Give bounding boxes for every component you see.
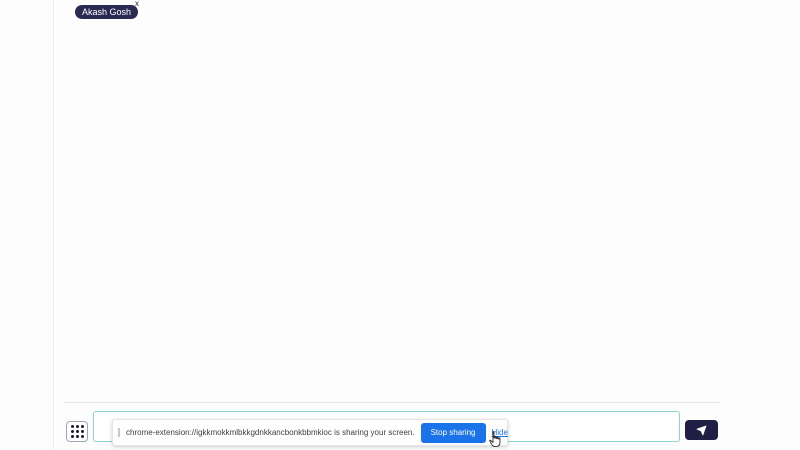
hide-link[interactable]: Hide [492, 428, 508, 437]
chip-close-icon[interactable]: x [135, 0, 139, 9]
share-message: chrome-extension://igkkmokkmlbkkgdnkkanc… [126, 428, 415, 437]
grid-dot [70, 430, 74, 433]
user-chip: Akash Gosh [75, 5, 139, 19]
grid-dot [80, 425, 84, 428]
chat-page: Akash Gosh x chrome-extension://igkkmokk… [0, 0, 800, 450]
stop-sharing-button[interactable]: Stop sharing [420, 422, 486, 443]
grid-dot [80, 435, 84, 438]
grid-dot [75, 425, 79, 428]
sidebar-divider [53, 0, 54, 450]
grid-dot [70, 425, 74, 428]
composer-divider [64, 402, 720, 403]
drag-handle-icon[interactable] [118, 428, 120, 437]
grid-dot [70, 435, 74, 438]
user-chip-name: Akash Gosh [82, 7, 132, 17]
grid-menu-button[interactable] [66, 421, 88, 442]
grid-dot [75, 430, 79, 433]
paper-plane-icon [696, 425, 707, 435]
grid-dot [75, 435, 79, 438]
send-button[interactable] [685, 420, 718, 440]
grid-dot [80, 430, 84, 433]
screen-share-notification: chrome-extension://igkkmokkmlbkkgdnkkanc… [112, 419, 508, 446]
